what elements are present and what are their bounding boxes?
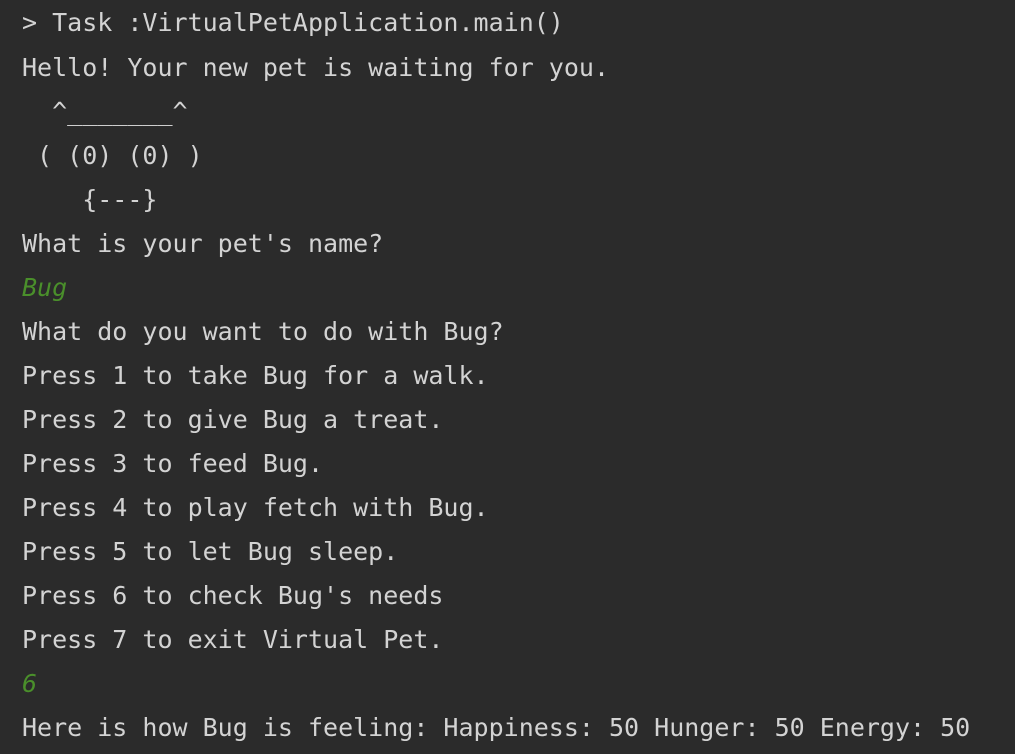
menu-option-7: Press 7 to exit Virtual Pet. (22, 625, 444, 654)
user-input-menu-choice: 6 (22, 669, 38, 698)
menu-option-6: Press 6 to check Bug's needs (22, 581, 444, 610)
action-question-line: What do you want to do with Bug? (22, 317, 504, 346)
pet-status-line: Here is how Bug is feeling: Happiness: 5… (22, 713, 971, 742)
greeting-line: Hello! Your new pet is waiting for you. (22, 53, 609, 82)
menu-option-4: Press 4 to play fetch with Bug. (22, 493, 489, 522)
menu-option-1: Press 1 to take Bug for a walk. (22, 361, 489, 390)
menu-option-5: Press 5 to let Bug sleep. (22, 537, 399, 566)
task-header-line: > Task :VirtualPetApplication.main() (22, 8, 564, 37)
console-output-panel[interactable]: > Task :VirtualPetApplication.main() Hel… (0, 0, 1015, 754)
ascii-pet-mouth: {---} (22, 185, 158, 214)
ascii-pet-eyes: ( (0) (0) ) (22, 141, 203, 170)
menu-option-2: Press 2 to give Bug a treat. (22, 405, 444, 434)
menu-option-3: Press 3 to feed Bug. (22, 449, 324, 478)
name-prompt-line: What is your pet's name? (22, 229, 384, 258)
ascii-pet-ears: ^_______^ (22, 97, 188, 126)
user-input-pet-name: Bug (22, 273, 68, 302)
